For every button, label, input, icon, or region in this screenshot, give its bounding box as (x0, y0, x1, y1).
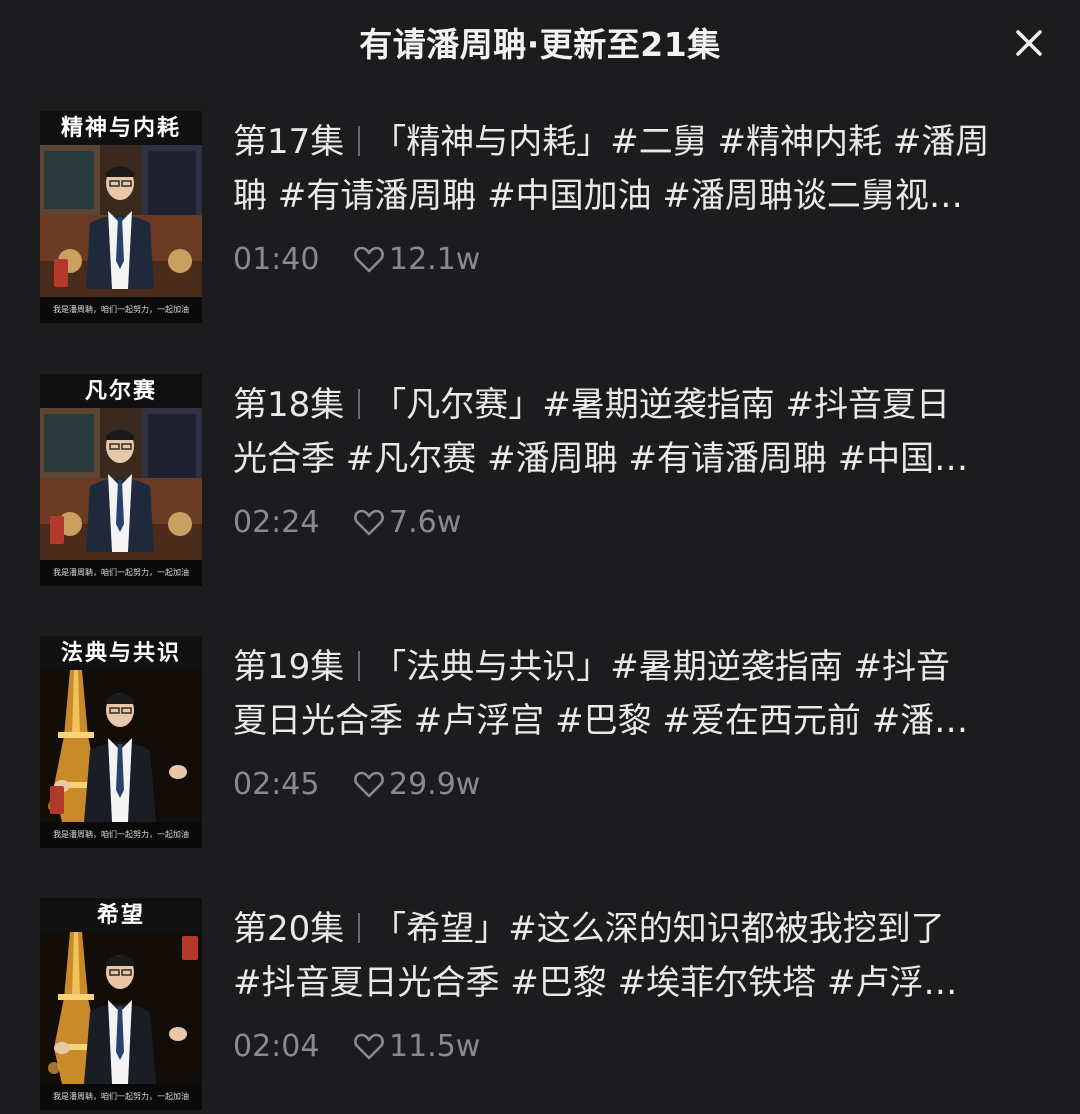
page-title: 有请潘周聃·更新至21集 (359, 25, 721, 64)
header: 有请潘周聃·更新至21集 (0, 0, 1080, 84)
episode-title-line-1: 第19集 「法典与共识」#暑期逆袭指南 #抖音 (233, 640, 1043, 694)
thumbnail-title: 法典与共识 (40, 636, 202, 670)
episode-number: 第20集 (233, 909, 345, 949)
heart-icon (354, 1033, 384, 1060)
likes-count: 11.5w (389, 1028, 481, 1064)
close-icon (1016, 30, 1042, 56)
episode-number: 第19集 (233, 647, 345, 687)
thumbnail-caption: 我是潘周聃，咱们一起努力，一起加油 (40, 1084, 202, 1110)
episode-title-text: 「希望」#这么深的知识都被我挖到了 (372, 909, 945, 949)
episode-title[interactable]: 第19集 「法典与共识」#暑期逆袭指南 #抖音 夏日光合季 #卢浮宫 #巴黎 #爱… (233, 640, 1043, 748)
episode-meta: 02:04 11.5w (233, 1026, 480, 1066)
episode-duration: 01:40 (233, 241, 320, 277)
episode-likes: 7.6w (353, 505, 461, 540)
episode-item[interactable]: 法典与共识 我是潘周聃，咱们一起努力，一起加油 第19集 「法典与共识」#暑期逆袭… (0, 636, 1080, 850)
episode-thumbnail[interactable]: 希望 我是潘周聃，咱们一起努力，一起加油 (40, 898, 202, 1110)
episode-title-line-1: 第18集 「凡尔赛」#暑期逆袭指南 #抖音夏日 (233, 378, 1043, 432)
episode-meta: 01:40 12.1w (233, 239, 480, 279)
episode-title-line-2: #抖音夏日光合季 #巴黎 #埃菲尔铁塔 #卢浮… (233, 963, 958, 1003)
episode-title-text: 「法典与共识」#暑期逆袭指南 #抖音 (372, 647, 951, 687)
likes-count: 29.9w (389, 766, 481, 802)
episode-thumbnail[interactable]: 凡尔赛 我是潘周聃，咱们一起努力，一起加油 (40, 374, 202, 586)
episode-likes: 11.5w (353, 1029, 480, 1064)
heart-icon (354, 771, 384, 798)
episode-likes: 29.9w (353, 767, 480, 802)
episode-thumbnail[interactable]: 法典与共识 我是潘周聃，咱们一起努力，一起加油 (40, 636, 202, 848)
episode-duration: 02:04 (233, 1028, 320, 1064)
episode-number: 第18集 (233, 385, 345, 425)
close-button[interactable] (1006, 20, 1052, 66)
likes-count: 12.1w (389, 241, 481, 277)
heart-icon (354, 246, 384, 273)
episode-item[interactable]: 希望 我是潘周聃，咱们一起努力，一起加油 第20集 「希望」#这么深的知识都被我挖… (0, 898, 1080, 1112)
episode-duration: 02:24 (233, 504, 320, 540)
episode-item[interactable]: 凡尔赛 我是潘周聃，咱们一起努力，一起加油 第18集 「凡尔赛」#暑期逆袭指南 #… (0, 374, 1080, 588)
episode-meta: 02:45 29.9w (233, 764, 480, 804)
thumbnail-title: 精神与内耗 (40, 111, 202, 145)
separator (358, 389, 361, 419)
heart-icon (354, 509, 384, 536)
thumbnail-caption: 我是潘周聃，咱们一起努力，一起加油 (40, 560, 202, 586)
episode-title-line-2: 光合季 #凡尔赛 #潘周聃 #有请潘周聃 #中国… (233, 439, 969, 479)
episode-item[interactable]: 精神与内耗 我是潘周聃，咱们一起努力，一起加油 第17集 「精神与内耗」#二舅 #… (0, 111, 1080, 325)
thumbnail-caption: 我是潘周聃，咱们一起努力，一起加油 (40, 297, 202, 323)
episode-thumbnail[interactable]: 精神与内耗 我是潘周聃，咱们一起努力，一起加油 (40, 111, 202, 323)
episode-title-line-2: 聃 #有请潘周聃 #中国加油 #潘周聃谈二舅视… (233, 176, 963, 216)
episode-title[interactable]: 第20集 「希望」#这么深的知识都被我挖到了 #抖音夏日光合季 #巴黎 #埃菲尔铁… (233, 902, 1043, 1010)
episode-title[interactable]: 第18集 「凡尔赛」#暑期逆袭指南 #抖音夏日 光合季 #凡尔赛 #潘周聃 #有请… (233, 378, 1043, 486)
episode-duration: 02:45 (233, 766, 320, 802)
episode-title-text: 「精神与内耗」#二舅 #精神内耗 #潘周 (372, 122, 990, 162)
episode-title-line-1: 第17集 「精神与内耗」#二舅 #精神内耗 #潘周 (233, 115, 1043, 169)
episode-title[interactable]: 第17集 「精神与内耗」#二舅 #精神内耗 #潘周 聃 #有请潘周聃 #中国加油 … (233, 115, 1043, 223)
episode-title-line-2: 夏日光合季 #卢浮宫 #巴黎 #爱在西元前 #潘… (233, 701, 969, 741)
episode-meta: 02:24 7.6w (233, 502, 461, 542)
thumbnail-caption: 我是潘周聃，咱们一起努力，一起加油 (40, 822, 202, 848)
separator (358, 913, 361, 943)
likes-count: 7.6w (389, 504, 462, 540)
episode-title-line-1: 第20集 「希望」#这么深的知识都被我挖到了 (233, 902, 1043, 956)
episode-title-text: 「凡尔赛」#暑期逆袭指南 #抖音夏日 (372, 385, 951, 425)
thumbnail-title: 希望 (40, 898, 202, 932)
separator (358, 651, 361, 681)
episode-likes: 12.1w (353, 242, 480, 277)
thumbnail-title: 凡尔赛 (40, 374, 202, 408)
separator (358, 126, 361, 156)
episode-number: 第17集 (233, 122, 345, 162)
